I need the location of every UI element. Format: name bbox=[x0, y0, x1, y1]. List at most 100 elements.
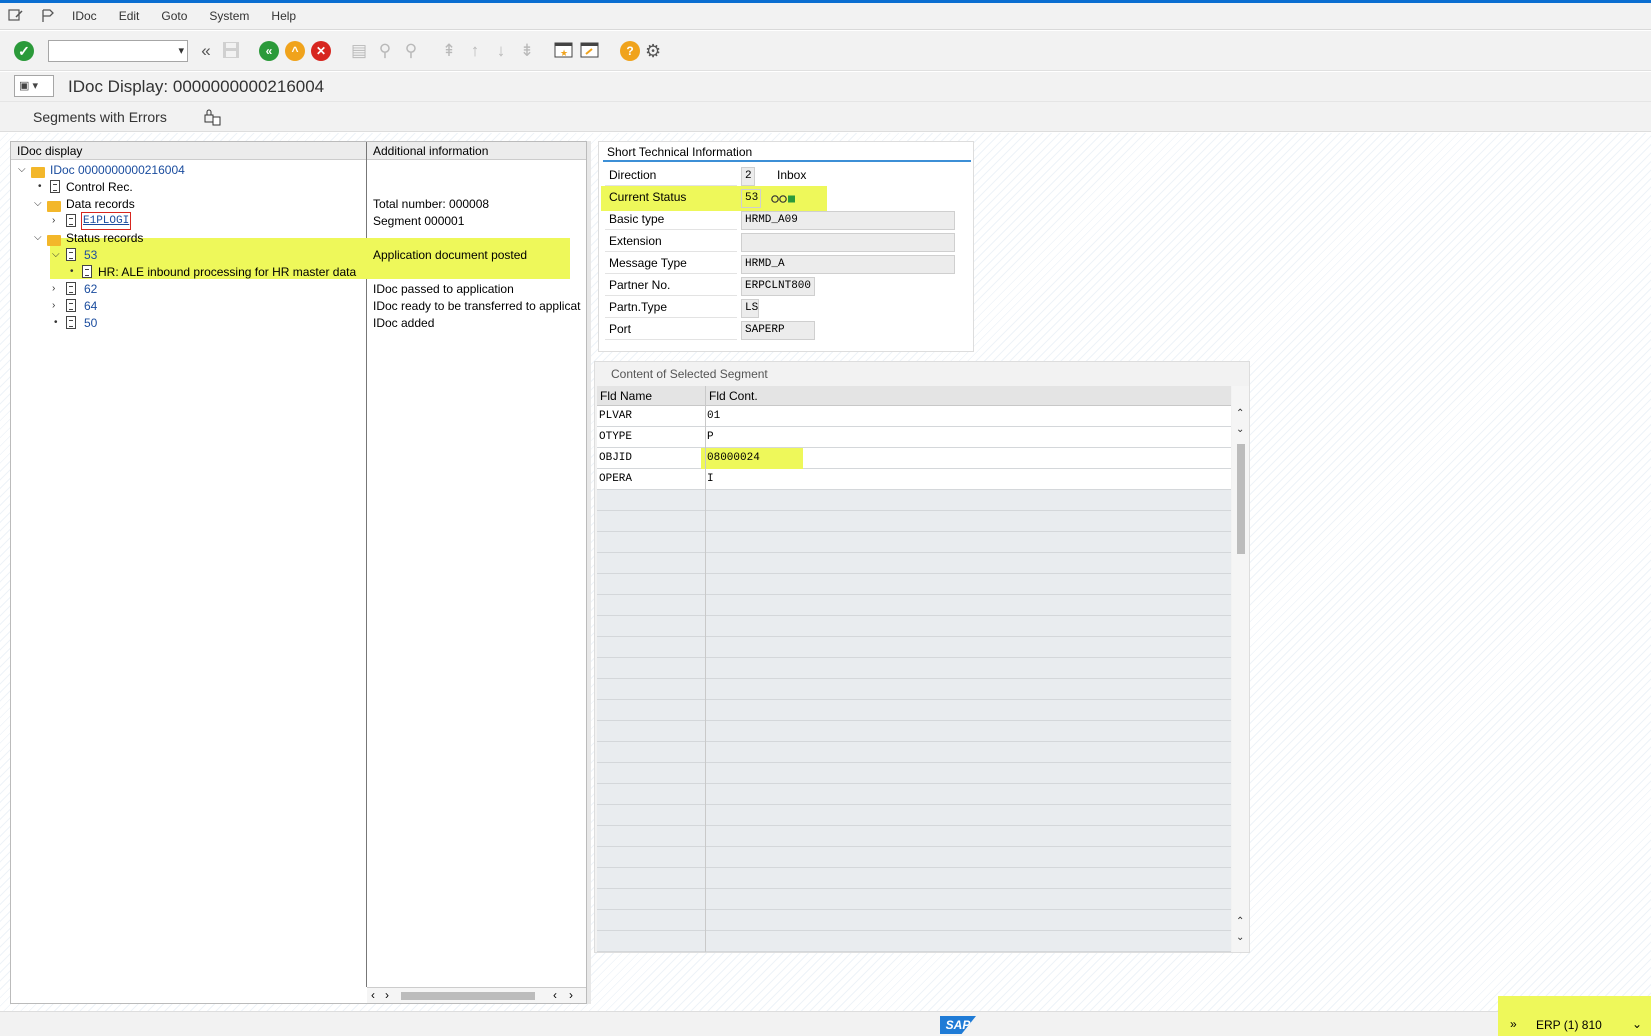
current-status-value[interactable]: 53 bbox=[741, 189, 761, 208]
expand-chevron-icon[interactable]: ⌵ bbox=[52, 249, 60, 260]
empty-row bbox=[597, 658, 1231, 679]
expand-arrow-icon[interactable]: › bbox=[52, 300, 55, 311]
vertical-scrollbar[interactable]: ⌃ ⌄ ⌃ ⌄ bbox=[1232, 386, 1249, 952]
scroll-left-icon[interactable]: ‹ bbox=[371, 988, 375, 1002]
panel-splitter[interactable] bbox=[587, 141, 591, 1004]
tree-status-64[interactable]: 64 bbox=[84, 297, 97, 315]
scroll-up-icon[interactable]: ⌃ bbox=[1236, 916, 1244, 927]
table-row[interactable]: OBJID 08000024 bbox=[597, 448, 1231, 469]
tree-segment-e1plogi[interactable]: E1PLOGI bbox=[81, 212, 132, 230]
status-64-info: IDoc ready to be transferred to applicat bbox=[373, 299, 581, 313]
document-icon bbox=[50, 180, 60, 193]
next-page-icon[interactable]: ↓ bbox=[491, 41, 511, 61]
chevron-down-icon[interactable]: ▾ bbox=[178, 44, 184, 57]
tree-header: IDoc display Additional information bbox=[11, 142, 586, 160]
standard-toolbar: ✓ ▾ « « ^ ✕ ▤ ⚲ ⚲ ⇞ ↑ ↓ ⇟ ★ ? ⚙ bbox=[0, 31, 1651, 71]
print-icon[interactable]: ▤ bbox=[349, 41, 369, 61]
expand-arrow-icon[interactable]: › bbox=[52, 215, 55, 226]
back-icon[interactable]: « bbox=[259, 41, 279, 61]
lock-list-icon[interactable] bbox=[203, 108, 221, 126]
grid-column-divider bbox=[705, 386, 706, 952]
double-left-icon[interactable]: « bbox=[196, 41, 216, 61]
field-partner-no: Partner No. ERPCLNT800 bbox=[605, 275, 965, 296]
double-chevron-right-icon[interactable]: » bbox=[1510, 1017, 1517, 1031]
expand-chevron-icon[interactable]: ⌵ bbox=[34, 198, 42, 209]
scroll-down-icon[interactable]: ⌄ bbox=[1236, 932, 1244, 943]
page-title: IDoc Display: 0000000000216004 bbox=[68, 77, 325, 96]
direction-value[interactable]: 2 bbox=[741, 167, 755, 186]
sap-menu-icon[interactable] bbox=[40, 8, 58, 24]
partner-no-value[interactable]: ERPCLNT800 bbox=[741, 277, 815, 296]
expand-arrow-icon[interactable]: › bbox=[52, 283, 55, 294]
horizontal-scrollbar[interactable]: ‹ › ‹ › bbox=[367, 987, 586, 1003]
command-field[interactable]: ▾ bbox=[48, 40, 188, 62]
basic-type-value[interactable]: HRMD_A09 bbox=[741, 211, 955, 230]
grid-col-field-name[interactable]: Fld Name bbox=[600, 389, 652, 403]
table-row[interactable]: PLVAR 01 bbox=[597, 406, 1231, 427]
scroll-right-icon[interactable]: › bbox=[385, 988, 389, 1002]
document-icon bbox=[66, 299, 76, 312]
field-content-cell: 01 bbox=[707, 410, 721, 422]
tree-status-50[interactable]: 50 bbox=[84, 314, 97, 332]
scrollbar-thumb[interactable] bbox=[401, 992, 535, 1000]
menu-item-system[interactable]: System bbox=[209, 9, 249, 23]
scrollbar-thumb[interactable] bbox=[1237, 444, 1245, 554]
tree-status-62[interactable]: 62 bbox=[84, 280, 97, 298]
short-technical-info-header: Short Technical Information bbox=[603, 144, 971, 162]
scroll-right-icon[interactable]: › bbox=[569, 988, 573, 1002]
field-label: Extension bbox=[605, 231, 737, 252]
status-traffic-light-icon bbox=[771, 193, 795, 203]
segment-content-grid: Fld Name Fld Cont. PLVAR 01 OTYPE P OBJI… bbox=[597, 386, 1231, 952]
table-row[interactable]: OPERA I bbox=[597, 469, 1231, 490]
find-icon[interactable]: ⚲ bbox=[375, 41, 395, 61]
message-type-value[interactable]: HRMD_A bbox=[741, 255, 955, 274]
system-info-text: ERP (1) 810 bbox=[1536, 1018, 1602, 1032]
help-icon[interactable]: ? bbox=[620, 41, 640, 61]
partner-type-value[interactable]: LS bbox=[741, 299, 759, 318]
field-content-cell: 08000024 bbox=[707, 452, 760, 464]
cancel-icon[interactable]: ✕ bbox=[311, 41, 331, 61]
tree-status-53-child[interactable]: HR: ALE inbound processing for HR master… bbox=[98, 263, 356, 281]
last-page-icon[interactable]: ⇟ bbox=[517, 41, 537, 61]
exit-icon[interactable]: ^ bbox=[285, 41, 305, 61]
scroll-up-icon[interactable]: ⌃ bbox=[1236, 408, 1244, 419]
empty-row bbox=[597, 511, 1231, 532]
chevron-down-icon[interactable]: ⌄ bbox=[1632, 1017, 1642, 1031]
previous-page-icon[interactable]: ↑ bbox=[465, 41, 485, 61]
menu-icon[interactable] bbox=[8, 8, 26, 24]
save-icon[interactable] bbox=[222, 41, 242, 61]
scroll-down-icon[interactable]: ⌄ bbox=[1236, 424, 1244, 435]
field-name-cell: PLVAR bbox=[599, 410, 633, 422]
grid-col-field-content[interactable]: Fld Cont. bbox=[709, 389, 758, 403]
document-icon bbox=[66, 214, 76, 227]
shortcut-icon[interactable] bbox=[580, 41, 600, 61]
menu-item-edit[interactable]: Edit bbox=[119, 9, 140, 23]
first-page-icon[interactable]: ⇞ bbox=[439, 41, 459, 61]
create-session-icon[interactable]: ★ bbox=[554, 41, 574, 61]
tree-data-records[interactable]: Data records bbox=[66, 195, 135, 213]
settings-gear-icon[interactable]: ⚙ bbox=[645, 41, 665, 61]
menu-item-help[interactable]: Help bbox=[271, 9, 296, 23]
tree-root-idoc[interactable]: IDoc 0000000000216004 bbox=[50, 161, 185, 179]
empty-row bbox=[597, 763, 1231, 784]
port-value[interactable]: SAPERP bbox=[741, 321, 815, 340]
enter-check-icon[interactable]: ✓ bbox=[14, 41, 34, 61]
find-next-icon[interactable]: ⚲ bbox=[401, 41, 421, 61]
system-menu-button[interactable]: ▣ ▾ bbox=[14, 75, 54, 97]
status-62-info: IDoc passed to application bbox=[373, 282, 514, 296]
segments-with-errors-button[interactable]: Segments with Errors bbox=[33, 109, 167, 125]
expand-chevron-icon[interactable]: ⌵ bbox=[34, 232, 42, 243]
extension-value[interactable] bbox=[741, 233, 955, 252]
menu-item-goto[interactable]: Goto bbox=[161, 9, 187, 23]
scroll-left-icon[interactable]: ‹ bbox=[553, 988, 557, 1002]
tree-control-record[interactable]: Control Rec. bbox=[66, 178, 133, 196]
tree-status-53[interactable]: 53 bbox=[84, 246, 97, 264]
expand-chevron-icon[interactable]: ⌵ bbox=[18, 164, 26, 175]
empty-row bbox=[597, 721, 1231, 742]
empty-row bbox=[597, 574, 1231, 595]
system-info[interactable]: » ERP (1) 810 ⌄ bbox=[1498, 996, 1651, 1036]
table-row[interactable]: OTYPE P bbox=[597, 427, 1231, 448]
field-label: Basic type bbox=[605, 209, 737, 230]
tree-status-records[interactable]: Status records bbox=[66, 229, 143, 247]
menu-item-idoc[interactable]: IDoc bbox=[72, 9, 97, 23]
